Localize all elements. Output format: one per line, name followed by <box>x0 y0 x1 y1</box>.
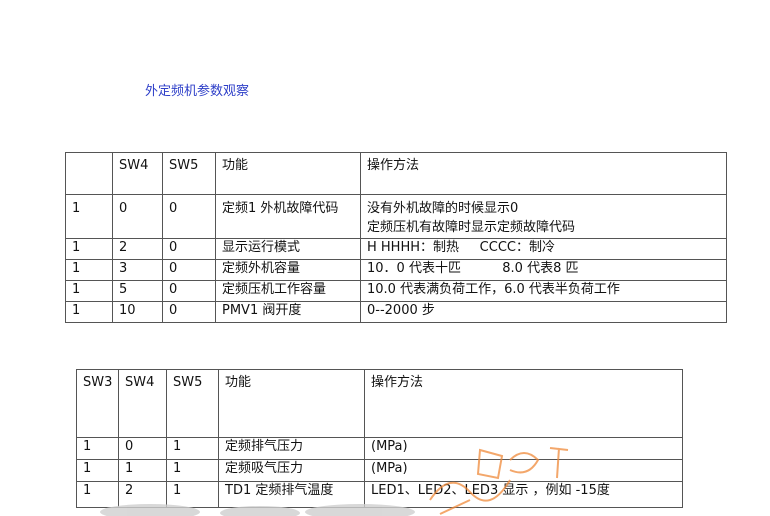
cell: 10 <box>112 301 163 323</box>
cell: 1 <box>65 259 113 281</box>
cell: 10．0 代表十匹 8.0 代表8 匹 <box>360 259 727 281</box>
cell: 5 <box>112 280 163 302</box>
cell: 定频压机工作容量 <box>215 280 361 302</box>
table-row: 1 5 0 定频压机工作容量 10.0 代表满负荷工作，6.0 代表半负荷工作 <box>65 280 727 302</box>
cell: LED1、LED2、LED3 显示 ，例如 -15度 <box>364 481 683 508</box>
table-row: 1 10 0 PMV1 阀开度 0--2000 步 <box>65 301 727 323</box>
cell: 0--2000 步 <box>360 301 727 323</box>
cell: 2 <box>118 481 167 508</box>
cell: 0 <box>162 301 216 323</box>
cell: 0 <box>162 194 216 239</box>
header-cell-function: 功能 <box>218 369 365 438</box>
cell: 0 <box>112 194 163 239</box>
table-row: 1 0 1 定频排气压力 (MPa) <box>76 437 683 460</box>
cell: 0 <box>162 259 216 281</box>
cell: 显示运行模式 <box>215 238 361 260</box>
cell: 1 <box>166 437 219 460</box>
cell: 1 <box>76 459 119 482</box>
cell: 1 <box>65 301 113 323</box>
cell: 1 <box>65 238 113 260</box>
cell: 定频排气压力 <box>218 437 365 460</box>
cell: 1 <box>65 194 113 239</box>
cell: 定频外机容量 <box>215 259 361 281</box>
table-row: 1 2 1 TD1 定频排气温度 LED1、LED2、LED3 显示 ，例如 -… <box>76 481 683 508</box>
cell: (MPa) <box>364 459 683 482</box>
table-row: 1 1 1 定频吸气压力 (MPa) <box>76 459 683 482</box>
table-header-row: SW3 SW4 SW5 功能 操作方法 <box>76 369 683 438</box>
header-cell-sw4: SW4 <box>118 369 167 438</box>
cell: 1 <box>166 459 219 482</box>
switch-parameter-table-1: SW4 SW5 功能 操作方法 1 0 0 定频1 外机故障代码 没有外机故障的… <box>65 152 727 323</box>
switch-parameter-table-2: SW3 SW4 SW5 功能 操作方法 1 0 1 定频排气压力 (MPa) 1… <box>76 369 683 508</box>
cell: TD1 定频排气温度 <box>218 481 365 508</box>
header-cell-sw3: SW3 <box>76 369 119 438</box>
cell: 定频吸气压力 <box>218 459 365 482</box>
table-row: 1 0 0 定频1 外机故障代码 没有外机故障的时候显示0 定频压机有故障时显示… <box>65 194 727 239</box>
cell: PMV1 阀开度 <box>215 301 361 323</box>
cell: 1 <box>76 437 119 460</box>
cell: 0 <box>118 437 167 460</box>
cell: 1 <box>76 481 119 508</box>
cell: H HHHH：制热 CCCC：制冷 <box>360 238 727 260</box>
table-row: 1 3 0 定频外机容量 10．0 代表十匹 8.0 代表8 匹 <box>65 259 727 281</box>
method-line-2: 定频压机有故障时显示定频故障代码 <box>367 220 576 235</box>
header-cell-function: 功能 <box>215 152 361 195</box>
method-line-1: 没有外机故障的时候显示0 <box>367 201 519 216</box>
header-cell <box>65 152 113 195</box>
cell: 0 <box>162 238 216 260</box>
cell-method: 没有外机故障的时候显示0 定频压机有故障时显示定频故障代码 <box>360 194 727 239</box>
table-row: 1 2 0 显示运行模式 H HHHH：制热 CCCC：制冷 <box>65 238 727 260</box>
cell: 10.0 代表满负荷工作，6.0 代表半负荷工作 <box>360 280 727 302</box>
header-cell-sw5: SW5 <box>166 369 219 438</box>
cell: 3 <box>112 259 163 281</box>
header-cell-sw4: SW4 <box>112 152 163 195</box>
header-cell-method: 操作方法 <box>364 369 683 438</box>
cell: 1 <box>65 280 113 302</box>
header-cell-method: 操作方法 <box>360 152 727 195</box>
cell: 0 <box>162 280 216 302</box>
page-title: 外定频机参数观察 <box>145 84 250 99</box>
cell: 1 <box>118 459 167 482</box>
cell: 定频1 外机故障代码 <box>215 194 361 239</box>
header-cell-sw5: SW5 <box>162 152 216 195</box>
cell: 2 <box>112 238 163 260</box>
cell: (MPa) <box>364 437 683 460</box>
cell: 1 <box>166 481 219 508</box>
table-header-row: SW4 SW5 功能 操作方法 <box>65 152 727 195</box>
